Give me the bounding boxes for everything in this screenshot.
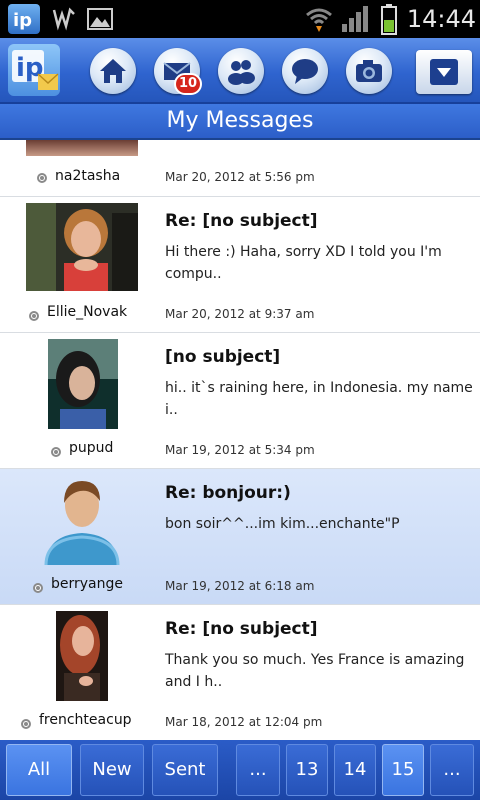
tab-all[interactable]: All (6, 744, 72, 796)
svg-text:ip: ip (13, 10, 32, 31)
list-item[interactable]: [no subject] hi.. it`s raining here, in … (0, 333, 480, 469)
page-title: My Messages (0, 104, 480, 140)
message-subject: Re: bonjour:) (165, 483, 291, 503)
app-logo[interactable]: ip (8, 44, 60, 96)
message-snippet: Thank you so much. Yes France is amazing… (165, 652, 465, 690)
message-snippet: bon soir^^...im kim...enchante"P (165, 516, 400, 532)
signal-wave-icon (52, 4, 76, 32)
avatar (48, 339, 118, 429)
avatar (56, 611, 108, 701)
page-14-button[interactable]: 14 (334, 744, 376, 796)
status-bar: ip 14:44 (0, 0, 480, 38)
cell-signal-icon (340, 4, 370, 34)
username: frenchteacup (39, 712, 132, 728)
username: Ellie_Novak (47, 304, 128, 320)
message-snippet: Hi there :) Haha, sorry XD I told you I'… (165, 244, 442, 282)
tab-sent[interactable]: Sent (152, 744, 218, 796)
home-button[interactable] (90, 48, 136, 94)
message-subject: [no subject] (165, 347, 281, 367)
app-notification-icon: ip (8, 4, 40, 34)
message-date: Mar 20, 2012 at 9:37 am (165, 307, 315, 321)
avatar (26, 140, 138, 156)
message-date: Mar 20, 2012 at 5:56 pm (165, 170, 315, 184)
page-15-button[interactable]: 15 (382, 744, 424, 796)
offline-status-icon (51, 447, 61, 457)
message-date: Mar 19, 2012 at 5:34 pm (165, 443, 315, 457)
menu-button[interactable] (416, 50, 472, 94)
people-icon (228, 60, 255, 85)
offline-status-icon (33, 583, 43, 593)
message-date: Mar 18, 2012 at 12:04 pm (165, 715, 323, 729)
default-avatar-icon (40, 475, 124, 565)
username: pupud (69, 440, 114, 456)
message-list[interactable]: na2tasha Mar 20, 2012 at 5:56 pm Re: [no… (0, 140, 480, 740)
camera-icon (356, 60, 382, 82)
offline-status-icon (37, 173, 47, 183)
friends-button[interactable] (218, 48, 264, 94)
chat-button[interactable] (282, 48, 328, 94)
list-item[interactable]: na2tasha Mar 20, 2012 at 5:56 pm (0, 140, 480, 197)
list-item[interactable]: Re: bonjour:) bon soir^^...im kim...ench… (0, 469, 480, 605)
avatar (26, 203, 138, 291)
username: na2tasha (55, 168, 121, 184)
clock: 14:44 (406, 5, 476, 33)
offline-status-icon (21, 719, 31, 729)
tab-new[interactable]: New (80, 744, 144, 796)
message-subject: Re: [no subject] (165, 211, 318, 231)
unread-badge: 10 (174, 73, 202, 95)
list-item[interactable]: Re: [no subject] Thank you so much. Yes … (0, 605, 480, 740)
battery-icon (380, 3, 398, 35)
offline-status-icon (29, 311, 39, 321)
message-subject: Re: [no subject] (165, 619, 318, 639)
camera-button[interactable] (346, 48, 392, 94)
dropdown-icon (430, 59, 458, 85)
message-snippet: hi.. it`s raining here, in Indonesia. my… (165, 380, 473, 418)
username: berryange (51, 576, 124, 592)
home-icon (100, 59, 126, 83)
wifi-icon (304, 4, 334, 34)
page-ellipsis-next-button[interactable]: ... (430, 744, 474, 796)
page-ellipsis-prev-button[interactable]: ... (236, 744, 280, 796)
message-date: Mar 19, 2012 at 6:18 am (165, 579, 315, 593)
list-item[interactable]: Re: [no subject] Hi there :) Haha, sorry… (0, 197, 480, 333)
app-toolbar: ip (0, 38, 480, 104)
image-icon (86, 6, 114, 32)
bottom-bar: All New Sent ... 13 14 15 ... (0, 740, 480, 800)
page-13-button[interactable]: 13 (286, 744, 328, 796)
chat-bubble-icon (292, 59, 318, 84)
